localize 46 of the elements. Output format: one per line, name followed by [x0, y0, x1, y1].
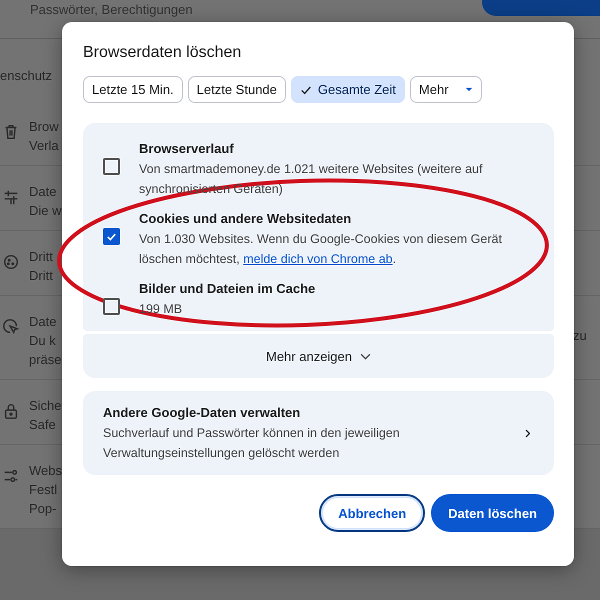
chevron-right-icon — [524, 428, 530, 438]
time-range-chip[interactable]: Gesamte Zeit — [290, 76, 405, 103]
item-description: Von 1.030 Websites. Wenn du Google-Cookies von diesem Gerät löschen möchtest, melde dich von Chrome ab. — [139, 231, 503, 268]
check-icon — [300, 84, 312, 96]
setting-text: Date — [29, 313, 58, 331]
setting-text: Webs — [29, 462, 62, 480]
setting-text: Dritt — [29, 267, 53, 285]
checkbox[interactable] — [103, 298, 120, 315]
dropdown-chip[interactable]: Mehr — [410, 76, 482, 103]
delete-button[interactable]: Daten löschen — [431, 494, 554, 532]
checkbox[interactable] — [103, 228, 120, 245]
checkbox[interactable] — [103, 158, 120, 175]
time-range-chip[interactable]: Letzte 15 Min. — [83, 76, 183, 103]
google-data-row[interactable]: Andere Google-Daten verwalten Suchverlauf und Passwörter können in den jeweiligen Verwaltungseinstellungen gelöscht werden — [83, 391, 554, 475]
setting-text: Festl — [29, 481, 58, 499]
setting-text: Pop- — [29, 500, 58, 518]
setting-text: präse — [29, 351, 62, 369]
dialog-title: Browserdaten löschen — [83, 44, 242, 62]
setting-text: Siche — [29, 397, 62, 415]
setting-text: Du k — [29, 332, 57, 350]
tune-icon — [2, 188, 20, 206]
sign-out-link[interactable]: melde dich von Chrome ab — [243, 252, 393, 266]
item-title: Bilder und Dateien im Cache — [139, 280, 316, 298]
setting-text: Die w — [29, 202, 62, 220]
chevron-down-icon — [360, 352, 371, 360]
item-title: Browserverlauf — [139, 140, 235, 158]
section-heading: enschutz — [0, 68, 52, 82]
setting-text: Dritt — [29, 248, 53, 266]
row-title: Andere Google-Daten verwalten — [103, 404, 302, 422]
cursor-icon — [2, 318, 20, 336]
item-description: 199 MB — [139, 301, 184, 318]
setting-text: zu — [573, 328, 587, 343]
time-range-chip[interactable]: Letzte Stunde — [188, 76, 286, 103]
show-more-button[interactable]: Mehr anzeigen — [83, 334, 554, 378]
settings-subtitle: Passwörter, Berechtigungen — [30, 2, 193, 18]
setting-text: Verla — [29, 137, 59, 155]
cookie-icon — [2, 253, 20, 271]
sliders-icon — [2, 467, 20, 485]
setting-text: Date — [29, 183, 58, 201]
row-description: Suchverlauf und Passwörter können in den jeweiligen Verwaltungseinstellungen gelöscht werden — [103, 425, 401, 462]
lock-icon — [2, 402, 20, 420]
item-title: Cookies und andere Websitedaten — [139, 210, 352, 228]
setting-text: Brow — [29, 118, 59, 136]
setting-text: Safe — [29, 416, 57, 434]
caret-icon — [464, 87, 473, 92]
cancel-button[interactable]: Abbrechen — [319, 494, 426, 532]
